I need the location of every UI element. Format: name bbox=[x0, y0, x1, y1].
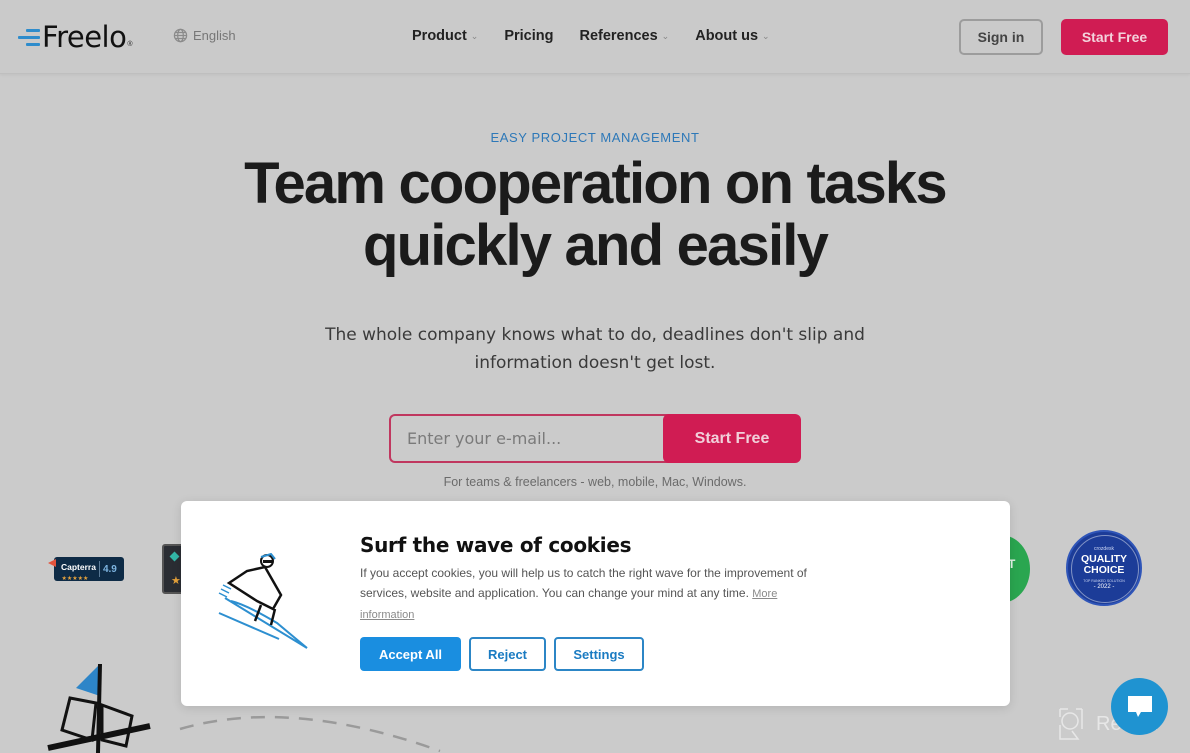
email-input[interactable] bbox=[389, 414, 669, 463]
hero-headline: Team cooperation on tasks quickly and ea… bbox=[0, 153, 1190, 277]
nav-about-us-label: About us bbox=[695, 28, 759, 44]
nav-product-label: Product bbox=[412, 28, 467, 44]
language-label: English bbox=[193, 28, 236, 43]
quality-choice-badge[interactable]: crozdesk QUALITY CHOICE TOP RANKED SOLUT… bbox=[1066, 530, 1142, 606]
cookie-title: Surf the wave of cookies bbox=[360, 533, 632, 557]
site-header: Freelo ® English Product ⌄ Pricing Refer… bbox=[0, 0, 1190, 74]
capterra-divider bbox=[98, 561, 100, 577]
star-icon: ★ bbox=[171, 575, 181, 587]
platforms-note: For teams & freelancers - web, mobile, M… bbox=[443, 475, 747, 489]
chevron-down-icon: ⌄ bbox=[470, 30, 479, 41]
logo-text: Freelo bbox=[42, 20, 127, 54]
freelo-logo[interactable]: Freelo ® bbox=[18, 20, 133, 54]
quality-badge-year: - 2022 - bbox=[1093, 584, 1115, 590]
ship-flag bbox=[76, 666, 100, 696]
cookie-buttons: Accept All Reject Settings bbox=[360, 637, 644, 671]
capterra-score: 4.9 bbox=[102, 563, 117, 575]
nav-references-label: References bbox=[579, 28, 658, 44]
start-free-header-button[interactable]: Start Free bbox=[1061, 19, 1168, 55]
logo-registered-mark: ® bbox=[127, 40, 133, 48]
nav-references[interactable]: References ⌄ bbox=[579, 28, 669, 44]
hero-subtitle: The whole company knows what to do, dead… bbox=[0, 321, 1190, 377]
cookie-consent-dialog: Surf the wave of cookies If you accept c… bbox=[181, 501, 1010, 706]
dashed-path-decoration bbox=[179, 715, 441, 753]
cookie-body: If you accept cookies, you will help us … bbox=[360, 563, 830, 625]
diamond-icon bbox=[169, 551, 180, 562]
chat-widget-button[interactable] bbox=[1111, 678, 1168, 735]
subtitle-line-2: information doesn't get lost. bbox=[474, 353, 716, 373]
main-nav: Product ⌄ Pricing References ⌄ About us … bbox=[412, 28, 796, 44]
language-selector[interactable]: English bbox=[173, 28, 236, 43]
chat-icon bbox=[1127, 695, 1152, 717]
cookie-settings-button[interactable]: Settings bbox=[554, 637, 644, 671]
surfer-illustration bbox=[218, 553, 308, 649]
capterra-flag-icon bbox=[48, 559, 56, 567]
start-free-hero-button[interactable]: Start Free bbox=[663, 414, 801, 463]
logo-bars-icon bbox=[18, 26, 40, 48]
revain-logo-icon bbox=[1059, 708, 1083, 740]
quality-badge-brand: crozdesk bbox=[1093, 546, 1114, 552]
signup-form: Start Free bbox=[389, 414, 801, 463]
capterra-badge[interactable]: Capterra ★★★★★ 4.9 bbox=[48, 557, 124, 582]
accept-all-button[interactable]: Accept All bbox=[360, 637, 461, 671]
chevron-down-icon: ⌄ bbox=[762, 30, 770, 41]
ship-illustration bbox=[47, 663, 151, 753]
headline-line-1: Team cooperation on tasks bbox=[244, 151, 947, 216]
chevron-down-icon: ⌄ bbox=[661, 30, 670, 41]
cookie-body-text: If you accept cookies, you will help us … bbox=[360, 566, 807, 600]
headline-line-2: quickly and easily bbox=[362, 213, 829, 278]
capterra-brand: Capterra ★★★★★ bbox=[54, 557, 96, 582]
capterra-stars: ★★★★★ bbox=[61, 575, 89, 582]
nav-product[interactable]: Product ⌄ bbox=[412, 28, 478, 44]
subtitle-line-1: The whole company knows what to do, dead… bbox=[325, 325, 865, 345]
globe-icon bbox=[173, 28, 188, 43]
nav-about-us[interactable]: About us ⌄ bbox=[695, 28, 769, 44]
quality-badge-sub: TOP RANKED SOLUTION bbox=[1083, 579, 1125, 583]
quality-badge-title-2: CHOICE bbox=[1083, 564, 1125, 576]
reject-button[interactable]: Reject bbox=[469, 637, 546, 671]
nav-pricing[interactable]: Pricing bbox=[504, 28, 553, 44]
sign-in-button[interactable]: Sign in bbox=[959, 19, 1043, 55]
hero-eyebrow: EASY PROJECT MANAGEMENT bbox=[490, 130, 700, 145]
capterra-name: Capterra bbox=[61, 561, 96, 572]
nav-pricing-label: Pricing bbox=[504, 28, 554, 44]
